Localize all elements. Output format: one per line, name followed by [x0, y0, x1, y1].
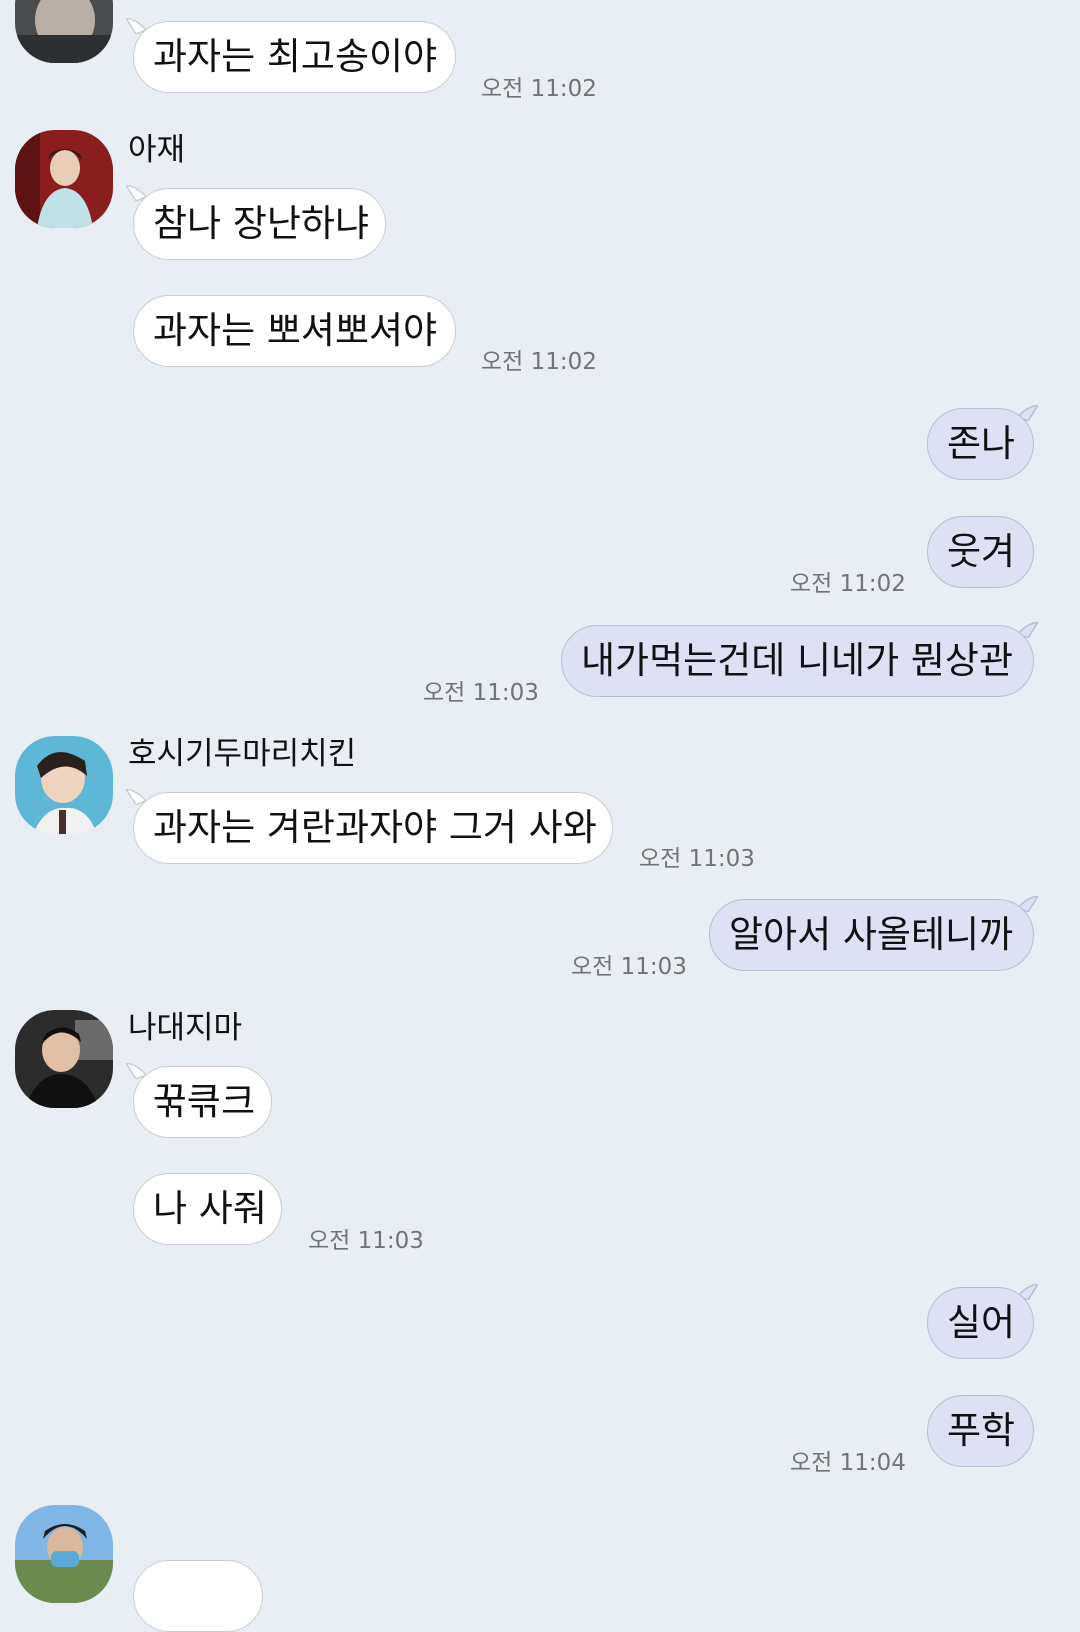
outgoing-message[interactable]: 실어: [927, 1287, 1034, 1359]
message-timestamp: 오전 11:03: [308, 1228, 424, 1254]
incoming-message[interactable]: 과자는 최고송이야: [133, 21, 456, 93]
incoming-message[interactable]: 꾺큮크: [133, 1066, 272, 1138]
outgoing-message[interactable]: 알아서 사올테니까: [709, 899, 1034, 971]
sender-name: 호시기두마리치킨: [128, 736, 357, 772]
avatar[interactable]: [15, 130, 113, 228]
message-timestamp: 오전 11:02: [481, 76, 597, 102]
incoming-message[interactable]: 과자는 겨란과자야 그거 사와: [133, 792, 613, 864]
message-timestamp: 오전 11:02: [790, 571, 906, 597]
outgoing-message[interactable]: 푸학: [927, 1395, 1034, 1467]
avatar[interactable]: [15, 1505, 113, 1603]
outgoing-message[interactable]: 웃겨: [927, 516, 1034, 588]
message-timestamp: 오전 11:03: [423, 680, 539, 706]
outgoing-message[interactable]: 존나: [927, 408, 1034, 480]
incoming-message[interactable]: 참나 장난하냐: [133, 188, 386, 260]
message-timestamp: 오전 11:02: [481, 349, 597, 375]
sender-name: 아재: [128, 132, 186, 168]
outgoing-message[interactable]: 내가먹는건데 니네가 뭔상관: [561, 625, 1034, 697]
avatar[interactable]: [15, 0, 113, 63]
avatar[interactable]: [15, 1010, 113, 1108]
message-timestamp: 오전 11:04: [790, 1450, 906, 1476]
message-timestamp: 오전 11:03: [571, 954, 687, 980]
incoming-message[interactable]: 과자는 뽀셔뽀셔야: [133, 295, 456, 367]
incoming-message[interactable]: 나 사줘: [133, 1173, 282, 1245]
incoming-message[interactable]: [133, 1560, 263, 1632]
message-timestamp: 오전 11:03: [639, 846, 755, 872]
avatar[interactable]: [15, 736, 113, 834]
sender-name: 나대지마: [128, 1010, 243, 1046]
